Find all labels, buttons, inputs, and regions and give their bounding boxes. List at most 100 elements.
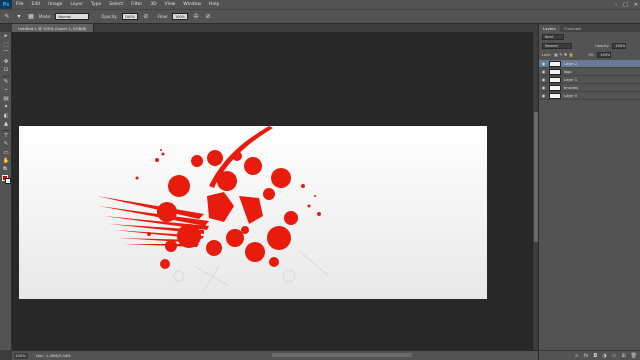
window-controls: – □ ✕	[615, 0, 638, 9]
menu-filter[interactable]: Filter	[127, 2, 146, 7]
layer-row-logo[interactable]: ◉ logo	[539, 68, 640, 76]
eraser-tool-icon[interactable]: ◐	[0, 112, 12, 121]
healing-tool-icon[interactable]: ⌁	[0, 86, 12, 95]
minimize-icon[interactable]: –	[615, 2, 618, 8]
pressure-size-icon[interactable]: ⊘	[204, 13, 212, 21]
visibility-eye-icon[interactable]: ◉	[541, 69, 546, 74]
menu-layer[interactable]: Layer	[66, 2, 87, 7]
quick-select-tool-icon[interactable]: ✥	[0, 58, 12, 67]
marquee-tool-icon[interactable]: ⬚	[0, 41, 12, 50]
layer-name: Layer 1	[564, 77, 578, 82]
hand-tool-icon[interactable]: ✋	[0, 157, 12, 166]
panel-opacity-label: Opacity:	[595, 43, 610, 48]
panel-tabs: Layers Channels	[539, 24, 640, 32]
layer-thumbnail	[549, 68, 561, 75]
brush-panel-icon[interactable]: ▦	[27, 13, 35, 21]
lasso-tool-icon[interactable]: ⌒	[0, 49, 12, 58]
layer-name: Layer 2	[564, 61, 578, 66]
lock-label: Lock:	[542, 52, 552, 57]
brush-tool-icon[interactable]: ✎	[3, 13, 11, 21]
lock-icons[interactable]: ▦ ✎ ✥ 🔒	[554, 52, 573, 57]
layer-name: Layer 0	[564, 93, 578, 98]
menu-edit[interactable]: Edit	[28, 2, 45, 7]
crop-tool-icon[interactable]: ⊡	[0, 66, 12, 75]
mode-select[interactable]: Normal	[55, 13, 90, 20]
flow-field[interactable]: 100%	[171, 13, 188, 20]
brush-tool-icon[interactable]: ✎	[0, 78, 12, 87]
layer-thumbnail	[549, 84, 561, 91]
blend-row: Normal Opacity: 100%	[539, 41, 640, 50]
opacity-field[interactable]: 100%	[121, 13, 138, 20]
close-icon[interactable]: ✕	[634, 2, 638, 8]
kind-filter-select[interactable]: Kind	[542, 33, 564, 40]
zoom-field[interactable]: 100%	[14, 352, 28, 359]
background-color-swatch[interactable]	[5, 178, 11, 184]
layer-thumbnail	[549, 60, 561, 67]
visibility-eye-icon[interactable]: ◉	[541, 85, 546, 90]
visibility-eye-icon[interactable]: ◉	[541, 77, 546, 82]
link-layers-icon[interactable]: ∞	[574, 353, 578, 359]
delete-layer-icon[interactable]: 🗑	[631, 353, 637, 359]
menu-image[interactable]: Image	[44, 2, 66, 7]
menu-select[interactable]: Select	[105, 2, 127, 7]
layer-row-layer-2[interactable]: ◉ Layer 2	[539, 60, 640, 68]
lock-row: Lock: ▦ ✎ ✥ 🔒 Fill: 100%	[539, 50, 640, 59]
zoom-tool-icon[interactable]: 🔍	[0, 166, 12, 175]
layers-panel: Layers Channels Kind Normal Opacity: 100…	[538, 24, 640, 360]
menu-file[interactable]: File	[12, 2, 28, 7]
history-brush-icon[interactable]: ✦	[0, 103, 12, 112]
layers-list: ◉ Layer 2 ◉ logo ◉ Layer 1 ◉ brushes ◉ L…	[539, 60, 640, 100]
visibility-eye-icon[interactable]: ◉	[541, 93, 546, 98]
photoshop-logo: Ps	[0, 0, 12, 9]
canvas-area	[12, 32, 536, 350]
options-bar: ✎ ▾ ▦ Mode: Normal Opacity: 100% ⊘ Flow:…	[0, 9, 640, 24]
new-group-icon[interactable]: ▭	[612, 353, 617, 359]
menu-bar: Ps File Edit Image Layer Type Select Fil…	[0, 0, 640, 9]
blend-mode-select[interactable]: Normal	[542, 42, 572, 49]
new-layer-icon[interactable]: ⊞	[621, 353, 625, 359]
doc-size-info: Doc: 1.49M/3.04M	[36, 353, 71, 358]
tab-layers[interactable]: Layers	[539, 25, 560, 32]
tools-panel: ▸ ⬚ ⌒ ✥ ⊡ ✎ ⌁ ▤ ✦ ◐ ▲ T ↖ ▭ ✋ 🔍	[0, 32, 12, 350]
add-mask-icon[interactable]: ◘	[593, 353, 597, 359]
layer-thumbnail	[549, 92, 561, 99]
menu-help[interactable]: Help	[205, 2, 223, 7]
layers-footer: ∞ fx ◘ ◑ ▭ ⊞ 🗑	[539, 350, 640, 360]
adjustment-layer-icon[interactable]: ◑	[602, 353, 606, 359]
fill-field[interactable]: 100%	[597, 51, 612, 58]
status-bar: 100% Doc: 1.49M/3.04M	[12, 350, 538, 360]
type-tool-icon[interactable]: T	[0, 132, 12, 141]
layer-name: logo	[564, 69, 572, 74]
path-select-tool-icon[interactable]: ↖	[0, 140, 12, 149]
brush-preset-icon[interactable]: ▾	[15, 13, 23, 21]
document-tabs: Untitled-1 @ 100% (Layer 2, RGB/8)	[12, 24, 536, 32]
stamp-tool-icon[interactable]: ▤	[0, 95, 12, 104]
tab-channels[interactable]: Channels	[560, 25, 586, 32]
document-tab[interactable]: Untitled-1 @ 100% (Layer 2, RGB/8)	[12, 24, 94, 32]
menu-type[interactable]: Type	[87, 2, 105, 7]
pressure-opacity-icon[interactable]: ⊘	[142, 13, 150, 21]
maximize-icon[interactable]: □	[623, 2, 628, 8]
layer-style-icon[interactable]: fx	[584, 353, 589, 359]
layer-thumbnail	[549, 76, 561, 83]
menu-view[interactable]: View	[161, 2, 180, 7]
panel-opacity-field[interactable]: 100%	[612, 42, 627, 49]
layer-name: brushes	[564, 85, 578, 90]
menu-3d[interactable]: 3D	[146, 2, 160, 7]
horizontal-scroll-thumb[interactable]	[272, 353, 412, 357]
gradient-tool-icon[interactable]: ▲	[0, 120, 12, 129]
flow-label: Flow:	[157, 14, 168, 19]
opacity-label: Opacity:	[101, 14, 118, 19]
document-canvas[interactable]	[19, 126, 487, 299]
layer-row-layer-1[interactable]: ◉ Layer 1	[539, 76, 640, 84]
tool-separator	[2, 129, 10, 131]
visibility-eye-icon[interactable]: ◉	[541, 61, 546, 66]
airbrush-icon[interactable]: ✇	[192, 13, 200, 21]
move-tool-icon[interactable]: ▸	[0, 32, 12, 41]
layer-row-layer-0[interactable]: ◉ Layer 0	[539, 92, 640, 100]
menu-window[interactable]: Window	[179, 2, 205, 7]
shape-tool-icon[interactable]: ▭	[0, 149, 12, 158]
layer-row-brushes[interactable]: ◉ brushes	[539, 84, 640, 92]
mode-label: Mode:	[39, 14, 52, 19]
splatter-artwork	[97, 126, 330, 292]
